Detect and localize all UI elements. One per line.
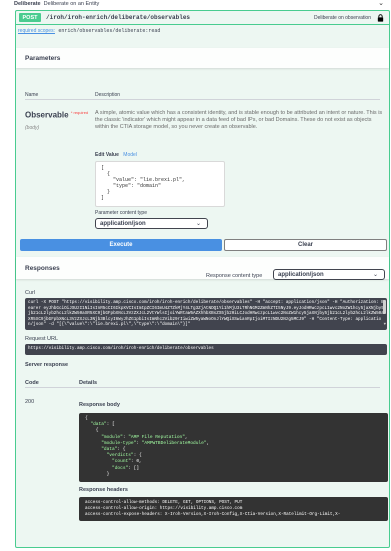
parameter-content-type-select[interactable]: application/json ⌄ bbox=[95, 218, 208, 229]
tag-description: Deliberate on an Entity bbox=[43, 1, 100, 7]
tab-model[interactable]: Model bbox=[123, 152, 137, 158]
curl-command-text: curl -X POST "https://visibility.amp.cis… bbox=[28, 300, 384, 328]
model-tabs: Edit Value Model bbox=[95, 152, 137, 158]
required-scopes: required scopes: enrich/observables/deli… bbox=[18, 28, 160, 34]
param-location: (body) bbox=[25, 125, 40, 131]
operation-summary-text: Deliberate on observation bbox=[314, 14, 371, 21]
http-method-badge: POST bbox=[19, 13, 41, 22]
request-url: https://visibility.amp.cisco.com/iroh/ir… bbox=[25, 344, 387, 355]
tag-name: Deliberate bbox=[14, 1, 41, 7]
response-content-type-value: application/json bbox=[278, 271, 324, 278]
lock-icon[interactable] bbox=[377, 14, 384, 22]
chevron-down-icon: ⌄ bbox=[372, 272, 378, 278]
parameters-section-header: Parameters bbox=[16, 48, 389, 68]
col-description: Description bbox=[95, 92, 121, 98]
param-name: Observable * required bbox=[25, 110, 88, 120]
request-body-textarea[interactable]: [ { "value": "lie.brexi.pl", "type": "do… bbox=[95, 161, 225, 207]
server-response-label: Server response bbox=[25, 362, 69, 368]
required-scopes-link[interactable]: required scopes: bbox=[18, 28, 55, 34]
param-description: A simple, atomic value which has a consi… bbox=[95, 110, 383, 130]
parameters-table-header: Name Description bbox=[25, 91, 380, 100]
required-scopes-value: enrich/observables/deliberate:read bbox=[58, 28, 161, 34]
operation-block: POST /iroh/iroh-enrich/deliberate/observ… bbox=[15, 10, 390, 548]
response-headers-label: Response headers bbox=[79, 487, 128, 493]
chevron-down-icon[interactable]: ⌄ bbox=[378, 0, 384, 8]
execute-button[interactable]: Execute bbox=[20, 239, 222, 251]
curl-label: Curl bbox=[25, 290, 36, 296]
response-body[interactable]: { "data": [ { "module": "AMP File Reputa… bbox=[79, 413, 388, 482]
curl-command[interactable]: curl -X POST "https://visibility.amp.cis… bbox=[25, 298, 387, 330]
request-url-text: https://visibility.amp.cisco.com/iroh/ir… bbox=[28, 346, 214, 351]
param-name-text: Observable bbox=[25, 110, 69, 120]
response-status-code: 200 bbox=[25, 399, 35, 405]
response-headers[interactable]: access-control-allow-methods: DELETE, GE… bbox=[79, 497, 388, 521]
parameter-content-type-label: Parameter content type bbox=[95, 210, 147, 216]
response-content-type-label: Response content type bbox=[206, 273, 263, 279]
tab-edit-value[interactable]: Edit Value bbox=[95, 152, 119, 158]
response-body-json: { "data": [ { "module": "AMP File Reputa… bbox=[85, 416, 210, 477]
required-mark: * required bbox=[70, 110, 89, 115]
col-name: Name bbox=[25, 92, 39, 98]
scrollbar[interactable] bbox=[383, 300, 386, 314]
response-body-label: Response body bbox=[79, 402, 120, 408]
response-table-header: Code Details bbox=[25, 379, 380, 388]
endpoint-path: /iroh/iroh-enrich/deliberate/observables bbox=[46, 14, 191, 21]
parameters-title: Parameters bbox=[25, 54, 61, 62]
tag-header[interactable]: Deliberate Deliberate on an Entity ⌄ bbox=[0, 0, 391, 8]
parameter-content-type-value: application/json bbox=[100, 220, 146, 227]
responses-title: Responses bbox=[25, 264, 60, 272]
operation-summary[interactable]: POST /iroh/iroh-enrich/deliberate/observ… bbox=[16, 11, 389, 25]
clear-button[interactable]: Clear bbox=[224, 239, 387, 251]
request-url-label: Request URL bbox=[25, 336, 59, 342]
scroll-down-icon[interactable]: ▼ bbox=[384, 323, 386, 329]
col-code: Code bbox=[25, 380, 39, 386]
chevron-down-icon: ⌄ bbox=[195, 221, 201, 227]
col-details: Details bbox=[79, 380, 98, 386]
response-content-type-select[interactable]: application/json ⌄ bbox=[273, 269, 385, 280]
